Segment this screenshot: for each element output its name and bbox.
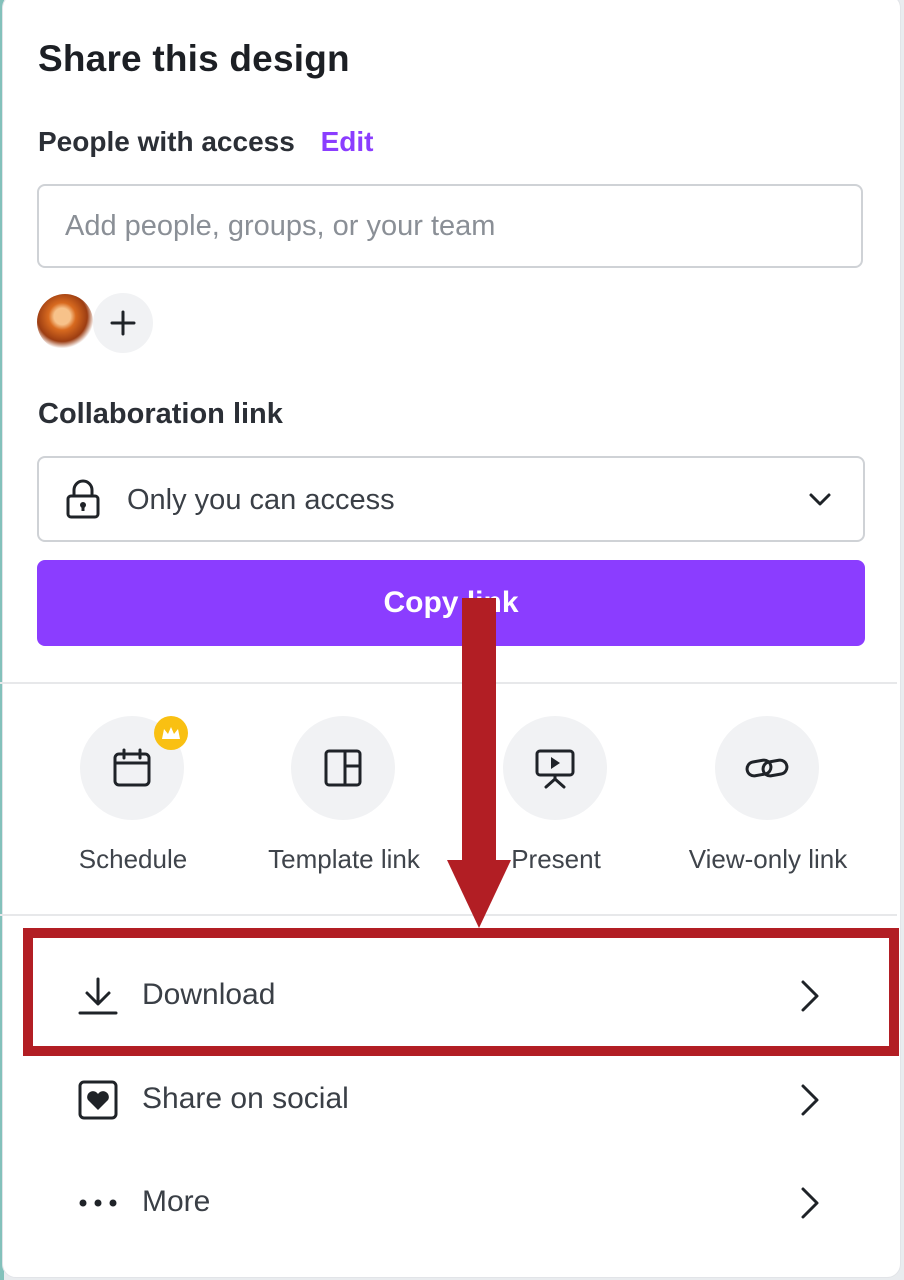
crown-icon [154,716,188,750]
people-access-row: People with access Edit [38,126,373,158]
annotation-highlight-box [23,928,899,1056]
lock-icon [66,479,100,519]
plus-icon [110,310,136,336]
share-on-social-menu-item[interactable]: Share on social [76,1070,836,1130]
access-level-select[interactable]: Only you can access [37,456,865,542]
add-person-button[interactable] [93,293,153,353]
avatar[interactable] [37,294,93,350]
template-icon [324,749,362,787]
more-menu-item[interactable]: More [76,1173,836,1233]
link-icon [745,758,789,778]
template-link-label: Template link [268,844,420,874]
share-on-social-label: Share on social [142,1082,349,1115]
edit-link[interactable]: Edit [321,126,374,157]
people-access-label: People with access [38,126,295,157]
chevron-down-icon [809,493,831,506]
chevron-right-icon [801,1187,819,1219]
more-label: More [142,1185,211,1218]
present-icon-circle [503,716,607,820]
template-link-action[interactable]: Template link [239,716,449,886]
divider [0,682,897,684]
view-only-link-label: View-only link [688,844,848,874]
view-only-icon-circle [715,716,819,820]
collaboration-link-label: Collaboration link [38,398,283,430]
template-icon-circle [291,716,395,820]
invite-input[interactable] [37,184,863,268]
heart-icon [76,1078,120,1122]
annotation-arrow-shaft [462,598,496,862]
schedule-label: Schedule [78,844,188,874]
copy-link-button[interactable]: Copy link [37,560,865,646]
view-only-link-action[interactable]: View-only link [663,716,873,886]
present-icon [535,749,575,789]
calendar-icon [113,748,151,787]
access-level-value: Only you can access [127,484,395,516]
chevron-right-icon [801,1084,819,1116]
more-icon [76,1181,120,1225]
dialog-title: Share this design [38,38,350,79]
schedule-action[interactable]: Schedule [28,716,238,886]
annotation-arrow-head [447,860,511,928]
